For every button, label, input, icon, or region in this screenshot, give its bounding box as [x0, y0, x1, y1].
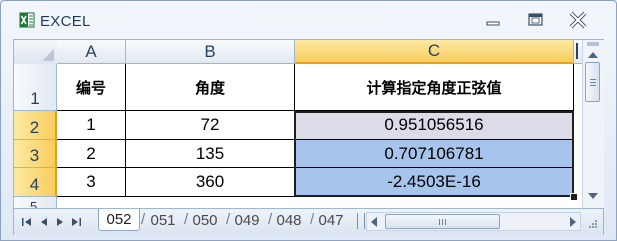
cell-b2[interactable]: 72 — [126, 111, 295, 140]
cell-c4[interactable]: -2.4503E-16 — [295, 168, 574, 197]
row-header-5[interactable]: 5 — [14, 197, 57, 208]
prev-sheet-icon[interactable] — [38, 216, 50, 228]
fill-handle[interactable] — [570, 193, 578, 201]
cell-a3[interactable]: 2 — [57, 140, 126, 168]
sheet-tab-048[interactable]: 048 — [271, 209, 307, 231]
next-sheet-icon[interactable] — [54, 216, 66, 228]
cell-grid: A B C 1 编号 角度 计算指定角度正弦值 2 1 72 0.9510565… — [14, 40, 582, 208]
row-header-3[interactable]: 3 — [14, 140, 57, 168]
sheet-tab-051[interactable]: 051 — [145, 209, 181, 231]
last-sheet-icon[interactable] — [70, 216, 82, 228]
column-header-c[interactable]: C — [295, 40, 574, 64]
minimize-button[interactable] — [478, 9, 508, 31]
scroll-left-icon[interactable] — [371, 217, 377, 227]
excel-window: EXCEL A B C 1 编号 角度 计算指定角度正弦值 2 1 72 0.9 — [0, 0, 617, 241]
sheet-tab-bar: 052 / 051 / 050 / 049 / 048 / 047 — [14, 208, 603, 235]
cell-a1[interactable]: 编号 — [57, 64, 126, 111]
cell-b3[interactable]: 135 — [126, 140, 295, 168]
maximize-button[interactable] — [520, 9, 550, 31]
title-bar: EXCEL — [1, 1, 616, 39]
cell-a4[interactable]: 3 — [57, 168, 126, 197]
cell-b4[interactable]: 360 — [126, 168, 295, 197]
tab-split-handle[interactable] — [357, 213, 365, 229]
window-title: EXCEL — [40, 13, 91, 30]
cell-c3[interactable]: 0.707106781 — [295, 140, 574, 168]
cell-a2[interactable]: 1 — [57, 111, 126, 140]
scroll-down-icon[interactable] — [588, 193, 598, 199]
column-header-b[interactable]: B — [126, 40, 295, 64]
sheet-tab-049[interactable]: 049 — [229, 209, 265, 231]
scroll-right-icon[interactable] — [570, 217, 576, 227]
resize-grip-icon[interactable] — [585, 215, 599, 229]
vertical-scrollbar[interactable] — [582, 40, 604, 208]
sheet-tab-047[interactable]: 047 — [313, 209, 349, 231]
excel-icon[interactable] — [19, 12, 35, 28]
select-all-corner[interactable] — [14, 40, 58, 65]
sheet-tab-052[interactable]: 052 — [98, 209, 140, 231]
column-header-a[interactable]: A — [57, 40, 126, 64]
row-header-2[interactable]: 2 — [14, 111, 57, 140]
vertical-scroll-thumb[interactable] — [585, 62, 600, 102]
sheet-tab-050[interactable]: 050 — [187, 209, 223, 231]
scroll-up-icon[interactable] — [588, 52, 598, 58]
split-handle[interactable] — [587, 42, 599, 46]
worksheet: A B C 1 编号 角度 计算指定角度正弦值 2 1 72 0.9510565… — [13, 39, 604, 235]
row-header-1[interactable]: 1 — [14, 64, 57, 111]
horizontal-scrollbar[interactable] — [366, 212, 581, 231]
horizontal-scroll-thumb[interactable] — [385, 214, 500, 229]
cell-b1[interactable]: 角度 — [126, 64, 295, 111]
first-sheet-icon[interactable] — [21, 216, 33, 228]
cell-c2[interactable]: 0.951056516 — [295, 111, 574, 140]
cell-c1[interactable]: 计算指定角度正弦值 — [295, 64, 574, 111]
close-button[interactable] — [563, 9, 593, 31]
column-header-d[interactable] — [574, 40, 582, 64]
row-header-4[interactable]: 4 — [14, 168, 57, 197]
